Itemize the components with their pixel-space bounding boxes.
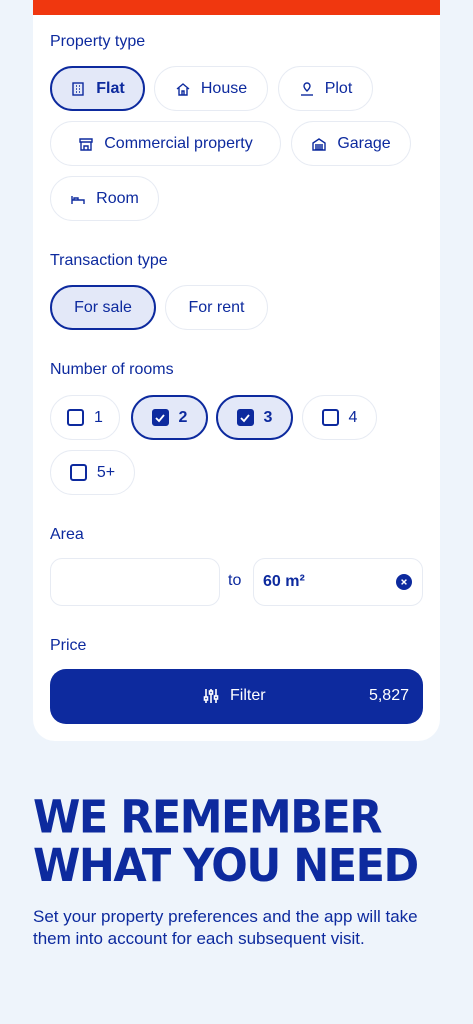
room-option-label: 3 [263,408,273,426]
chip-room-label: Room [96,189,139,207]
check-icon [155,413,165,422]
checkbox-checked[interactable] [151,409,169,426]
store-icon [79,137,93,151]
chip-room[interactable]: Room [50,176,159,221]
promo-headline: WE REMEMBER WHAT YOU NEED [33,794,453,891]
area-from-input[interactable] [50,558,220,606]
house-icon [176,82,190,96]
garage-icon [312,137,327,151]
chip-commercial-label: Commercial property [104,134,253,152]
rooms-title: Number of rooms [50,361,174,378]
filter-button[interactable]: Filter 5,827 [50,669,423,724]
room-option-4[interactable]: 4 [302,395,377,440]
property-type-title: Property type [50,33,146,50]
room-option-label: 2 [178,408,188,426]
building-icon [72,81,84,96]
area-to-label: to [228,572,242,589]
chip-flat[interactable]: Flat [50,66,145,111]
chip-commercial-property[interactable]: Commercial property [50,121,281,166]
clear-icon[interactable] [396,574,412,590]
checkbox[interactable] [69,464,87,481]
filter-button-label: Filter [230,687,266,704]
area-to-value: 60 m² [263,573,305,590]
chip-garage[interactable]: Garage [291,121,411,166]
chip-plot[interactable]: Plot [278,66,373,111]
results-count: 5,827 [368,687,409,704]
headline-line-2: WHAT YOU NEED [33,839,419,893]
plot-icon [300,81,313,96]
chip-for-sale[interactable]: For sale [50,285,156,330]
filter-card: Property type Flat House Plot Commercial… [33,0,440,741]
transaction-type-title: Transaction type [50,252,168,269]
check-icon [240,413,250,422]
checkbox-checked[interactable] [236,409,254,426]
chip-plot-label: Plot [324,79,353,97]
bed-icon [71,195,85,204]
checkbox[interactable] [321,409,339,426]
accent-bar [33,0,440,15]
chip-for-rent-label: For rent [188,298,245,316]
price-title: Price [50,637,87,654]
room-option-5-plus[interactable]: 5+ [50,450,135,495]
room-option-2[interactable]: 2 [131,395,208,440]
chip-flat-label: Flat [96,79,125,97]
chip-garage-label: Garage [337,134,391,152]
room-option-3[interactable]: 3 [216,395,293,440]
room-option-label: 5+ [96,463,116,481]
area-to-input[interactable]: 60 m² [253,558,423,606]
sliders-icon [203,689,219,703]
room-option-label: 1 [94,408,103,426]
promo-body: Set your property preferences and the ap… [33,907,418,948]
room-option-label: 4 [348,408,358,426]
chip-for-rent[interactable]: For rent [165,285,268,330]
chip-house-label: House [200,79,248,97]
chip-house[interactable]: House [154,66,268,111]
room-option-1[interactable]: 1 [50,395,120,440]
chip-for-sale-label: For sale [74,298,132,316]
checkbox[interactable] [67,409,85,426]
headline-line-1: WE REMEMBER [33,791,382,845]
area-title: Area [50,526,84,543]
